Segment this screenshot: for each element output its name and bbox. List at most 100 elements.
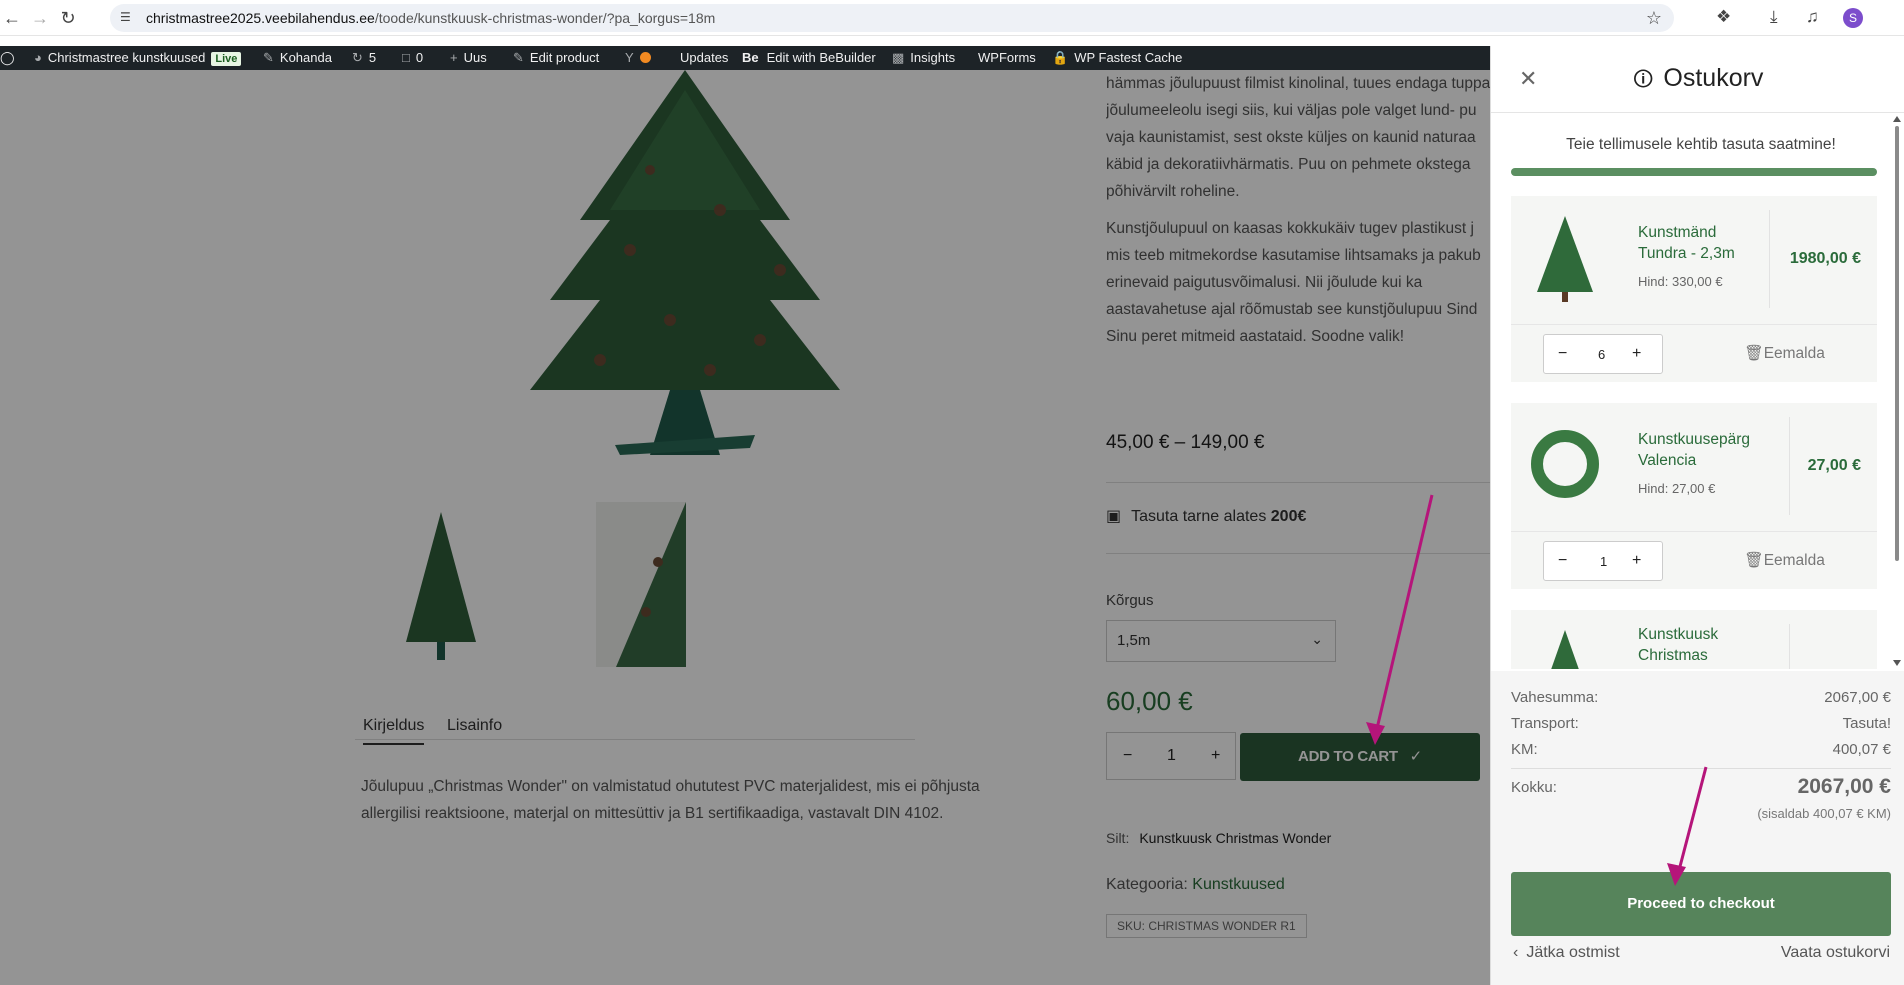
- total-value: 2067,00 €: [1797, 775, 1891, 798]
- cart-title-text: Ostukorv: [1663, 64, 1764, 92]
- browser-toolbar: ← → ↻ ☰ christmastree2025.veebilahendus.…: [0, 0, 1904, 36]
- cart-item-unit-price: Hind: 330,00 €: [1638, 274, 1723, 289]
- address-bar[interactable]: ☰ christmastree2025.veebilahendus.ee/too…: [110, 4, 1674, 32]
- vat-row: KM: 400,07 €: [1511, 741, 1891, 758]
- cart-drawer: ✕ 🛈 Ostukorv Teie tellimusele kehtib tasu…: [1490, 46, 1904, 985]
- url-path: /toode/kunstkuusk-christmas-wonder/?pa_k…: [374, 10, 716, 26]
- comment-icon: □: [402, 50, 410, 65]
- adminbar-updates-count[interactable]: ↻ 5: [352, 50, 376, 66]
- cart-item-name-line: Valencia: [1638, 452, 1697, 469]
- trash-icon: 🗑: [1744, 345, 1764, 362]
- adminbar-fastest-cache[interactable]: 🔒 WP Fastest Cache: [1052, 50, 1182, 66]
- remove-label: Eemalda: [1763, 345, 1825, 362]
- cart-item-name-line: Christmas: [1638, 647, 1708, 664]
- transport-row: Transport: Tasuta!: [1511, 715, 1891, 732]
- remove-button[interactable]: 🗑Eemalda: [1744, 344, 1825, 363]
- cart-item-image[interactable]: [1531, 214, 1599, 304]
- adminbar-bebuilder[interactable]: Be Edit with BeBuilder: [742, 50, 876, 66]
- plus-button[interactable]: +: [1632, 552, 1641, 570]
- divider: [1511, 324, 1877, 325]
- cart-item-qty-stepper[interactable]: − 1 +: [1543, 541, 1663, 581]
- close-icon[interactable]: ✕: [1519, 68, 1537, 90]
- new-label: Uus: [463, 50, 487, 65]
- url-text[interactable]: christmastree2025.veebilahendus.ee/toode…: [146, 10, 715, 26]
- continue-shopping-link[interactable]: ‹ Jätka ostmist: [1513, 944, 1620, 962]
- adminbar-insights[interactable]: ▩ Insights: [892, 50, 955, 66]
- plus-icon: +: [450, 50, 458, 65]
- adminbar-site[interactable]: ◕ Christmastree kunstkuused Live: [34, 50, 242, 66]
- minus-button[interactable]: −: [1558, 552, 1567, 570]
- unit-price-label: Hind:: [1638, 274, 1669, 289]
- cart-item-qty: 1: [1600, 554, 1608, 569]
- adminbar-customize[interactable]: ✎ Kohanda: [263, 50, 332, 66]
- cart-item-name-line: Kunstmänd: [1638, 224, 1717, 241]
- cart-item-unit-price: Hind: 27,00 €: [1638, 481, 1715, 496]
- cart-item-image[interactable]: [1531, 425, 1599, 503]
- total-row: Kokku: 2067,00 €: [1511, 775, 1891, 798]
- cart-item-name[interactable]: Kunstmänd Tundra - 2,3m: [1638, 222, 1735, 264]
- tune-icon[interactable]: ☰: [120, 10, 136, 26]
- cart-item-image[interactable]: [1531, 628, 1599, 669]
- pencil-icon: ✎: [513, 50, 524, 65]
- updates-count: 5: [368, 50, 377, 65]
- divider: [1511, 531, 1877, 532]
- forward-icon[interactable]: →: [30, 8, 50, 28]
- site-name: Christmastree kunstkuused: [47, 50, 206, 65]
- lock-icon: 🔒: [1052, 50, 1069, 65]
- divider: [1511, 768, 1891, 769]
- bebuilder-label: Edit with BeBuilder: [766, 50, 876, 65]
- edit-product-label: Edit product: [529, 50, 600, 65]
- trash-icon: 🗑: [1744, 552, 1764, 569]
- profile-avatar[interactable]: S: [1843, 8, 1863, 28]
- cart-item: Kunstkuusepärg Valencia Hind: 27,00 € 27,…: [1511, 403, 1877, 589]
- bag-icon: 🛈: [1633, 69, 1654, 91]
- minus-button[interactable]: −: [1558, 345, 1567, 363]
- continue-shopping-label: Jätka ostmist: [1526, 944, 1620, 961]
- adminbar-wpforms[interactable]: WPForms: [978, 50, 1036, 66]
- yoast-icon: Y: [625, 50, 634, 65]
- vat-label: KM:: [1511, 741, 1538, 758]
- proceed-to-checkout-button[interactable]: Proceed to checkout: [1511, 872, 1891, 936]
- refresh-icon: ↻: [352, 50, 363, 65]
- divider: [1789, 624, 1790, 669]
- insights-label: Insights: [910, 50, 956, 65]
- adminbar-updates[interactable]: Updates: [680, 50, 728, 66]
- brush-icon: ✎: [263, 50, 274, 65]
- cart-item-name[interactable]: Kunstkuusepärg Valencia: [1638, 429, 1750, 471]
- comments-count: 0: [415, 50, 424, 65]
- adminbar-edit-product[interactable]: ✎ Edit product: [513, 50, 599, 66]
- cart-item: Kunstmänd Tundra - 2,3m Hind: 330,00 € 19…: [1511, 196, 1877, 382]
- customize-label: Kohanda: [279, 50, 332, 65]
- view-cart-link[interactable]: Vaata ostukorvi: [1781, 944, 1890, 962]
- media-icon[interactable]: ♫: [1806, 7, 1819, 27]
- cart-item-name[interactable]: Kunstkuusk Christmas: [1638, 624, 1718, 666]
- free-shipping-message: Teie tellimusele kehtib tasuta saatmine!: [1566, 136, 1836, 153]
- plus-button[interactable]: +: [1632, 345, 1641, 363]
- cart-item-name-line: Kunstkuusepärg: [1638, 431, 1751, 448]
- cart-header: ✕ 🛈 Ostukorv: [1491, 46, 1904, 113]
- star-icon[interactable]: ☆: [1646, 8, 1662, 29]
- free-shipping-progress: [1511, 168, 1877, 176]
- progress-fill: [1511, 168, 1877, 176]
- unit-price-label: Hind:: [1638, 481, 1669, 496]
- cart-item-qty-stepper[interactable]: − 6 +: [1543, 334, 1663, 374]
- adminbar-comments[interactable]: □ 0: [402, 50, 423, 66]
- page-overlay[interactable]: [0, 70, 1490, 985]
- divider: [1769, 210, 1770, 308]
- back-icon[interactable]: ←: [2, 8, 22, 28]
- cart-item-total: 1980,00 €: [1789, 250, 1861, 267]
- cart-scrollbar[interactable]: [1893, 116, 1901, 666]
- remove-label: Eemalda: [1763, 552, 1825, 569]
- adminbar-new[interactable]: + Uus: [450, 50, 487, 66]
- cart-item-name-line: Tundra - 2,3m: [1638, 245, 1735, 262]
- fastest-cache-label: WP Fastest Cache: [1074, 50, 1183, 65]
- cart-item: Kunstkuusk Christmas: [1511, 610, 1877, 669]
- wordpress-icon[interactable]: ◯: [0, 50, 15, 66]
- remove-button[interactable]: 🗑Eemalda: [1744, 551, 1825, 570]
- download-icon[interactable]: ⤓: [1770, 7, 1778, 27]
- reload-icon[interactable]: ↻: [58, 8, 78, 28]
- adminbar-yoast[interactable]: Y: [625, 50, 651, 66]
- url-domain: christmastree2025.veebilahendus.ee: [146, 10, 375, 26]
- extensions-icon[interactable]: ❖: [1716, 7, 1731, 27]
- unit-price-value: 330,00 €: [1671, 274, 1723, 289]
